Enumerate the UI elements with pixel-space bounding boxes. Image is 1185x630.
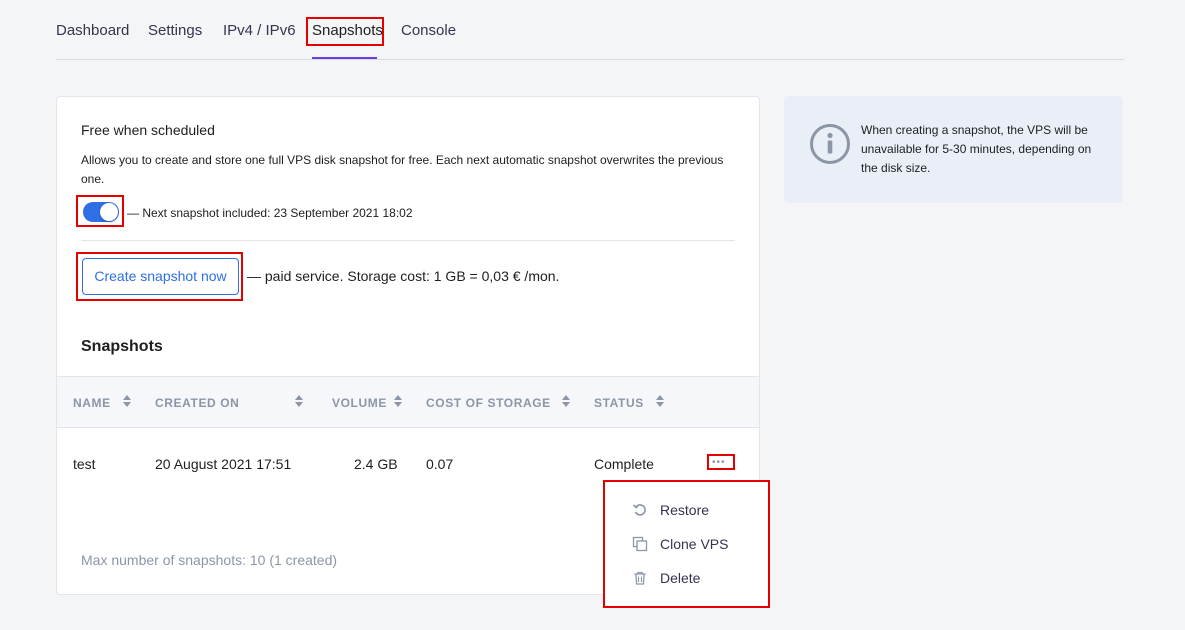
divider xyxy=(81,240,735,241)
sort-icon[interactable] xyxy=(656,395,664,409)
column-header-name[interactable]: NAME xyxy=(73,396,111,410)
cell-name: test xyxy=(73,456,96,472)
next-snapshot-text: — Next snapshot included: 23 September 2… xyxy=(127,206,413,220)
create-snapshot-button[interactable]: Create snapshot now xyxy=(82,258,239,295)
cell-volume: 2.4 GB xyxy=(354,456,398,472)
copy-icon xyxy=(632,536,648,552)
column-header-created-on[interactable]: CREATED ON xyxy=(155,396,239,410)
auto-snapshot-toggle[interactable] xyxy=(83,202,119,222)
info-icon xyxy=(809,123,851,165)
more-actions-button[interactable]: ••• xyxy=(707,454,735,470)
sort-icon[interactable] xyxy=(562,395,570,409)
active-tab-underline xyxy=(312,57,377,59)
menu-item-delete[interactable]: Delete xyxy=(630,568,760,590)
menu-item-restore[interactable]: Restore xyxy=(630,500,760,522)
sort-icon[interactable] xyxy=(123,395,131,409)
paid-service-text: — paid service. Storage cost: 1 GB = 0,0… xyxy=(247,268,560,284)
menu-item-label: Delete xyxy=(660,570,701,586)
free-scheduled-description: Allows you to create and store one full … xyxy=(81,153,724,186)
free-scheduled-title: Free when scheduled xyxy=(81,122,215,138)
menu-item-clone-vps[interactable]: Clone VPS xyxy=(630,534,760,556)
highlight-box-toggle xyxy=(76,195,124,227)
tab-console[interactable]: Console xyxy=(401,22,456,40)
tab-dashboard[interactable]: Dashboard xyxy=(56,22,129,40)
tab-ipv4-ipv6[interactable]: IPv4 / IPv6 xyxy=(223,22,296,40)
column-header-cost[interactable]: COST OF STORAGE xyxy=(426,396,551,410)
trash-icon xyxy=(632,570,648,586)
info-box: When creating a snapshot, the VPS will b… xyxy=(784,96,1123,203)
sort-icon[interactable] xyxy=(394,395,402,409)
column-header-volume[interactable]: VOLUME xyxy=(332,396,387,410)
max-snapshots-text: Max number of snapshots: 10 (1 created) xyxy=(81,552,338,568)
table-header: NAME CREATED ON VOLUME COST OF STORAGE S… xyxy=(57,376,759,428)
highlight-box-tab xyxy=(306,17,384,46)
tab-bar: Dashboard Settings IPv4 / IPv6 Snapshots… xyxy=(56,0,1124,60)
cell-cost: 0.07 xyxy=(426,456,454,472)
more-dots-icon: ••• xyxy=(712,457,726,468)
menu-item-label: Restore xyxy=(660,502,710,518)
column-header-status[interactable]: STATUS xyxy=(594,396,644,410)
sort-icon[interactable] xyxy=(295,395,303,409)
cell-status: Complete xyxy=(594,456,654,472)
restore-icon xyxy=(632,502,648,518)
info-text: When creating a snapshot, the VPS will b… xyxy=(861,123,1092,175)
cell-created-on: 20 August 2021 17:51 xyxy=(155,456,292,472)
tab-settings[interactable]: Settings xyxy=(148,22,202,40)
actions-dropdown-menu: Restore Clone VPS Delete xyxy=(603,480,770,608)
highlight-box-create: Create snapshot now xyxy=(76,252,243,301)
toggle-knob xyxy=(100,203,118,221)
menu-item-label: Clone VPS xyxy=(660,536,729,552)
page: Dashboard Settings IPv4 / IPv6 Snapshots… xyxy=(0,0,1185,630)
snapshots-heading: Snapshots xyxy=(81,338,163,355)
